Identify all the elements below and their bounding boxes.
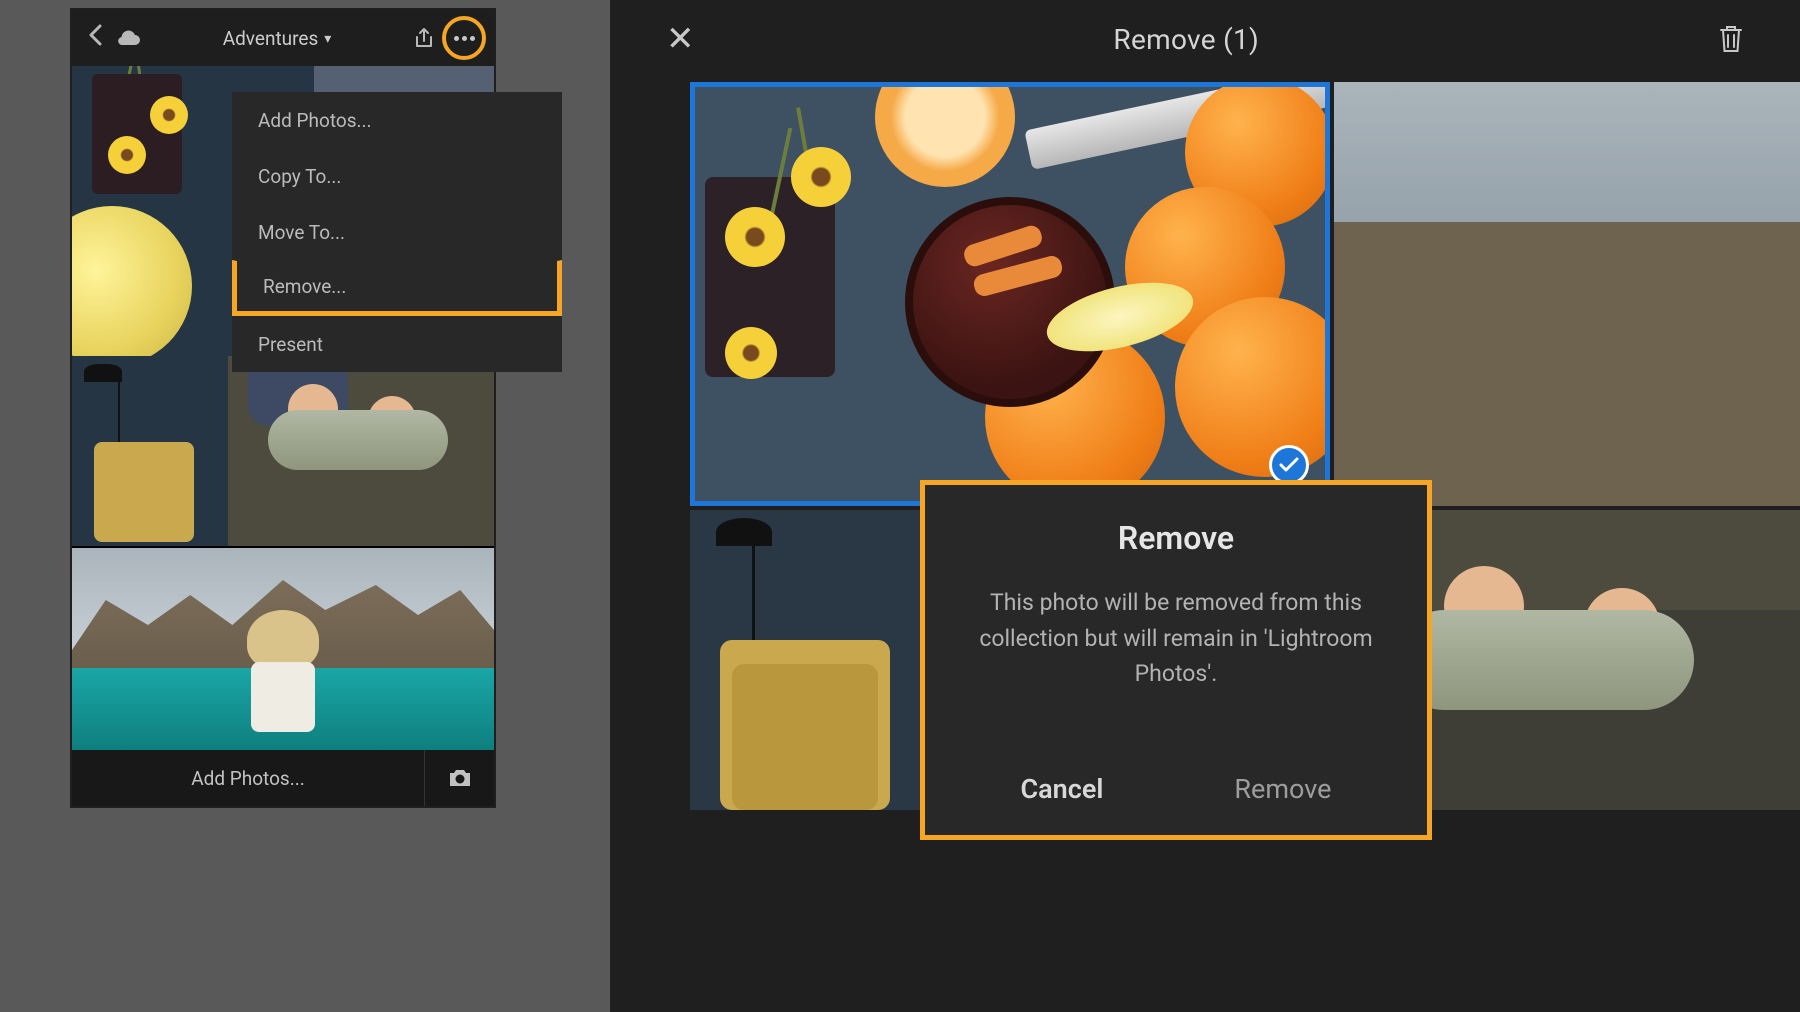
photo-thumbnail[interactable] [1334,82,1800,506]
collection-title-label: Adventures [223,27,319,50]
remove-title: Remove (1) [655,23,1719,56]
confirm-remove-button[interactable]: Remove [1234,773,1331,805]
trash-icon[interactable] [1718,24,1744,54]
remove-header: ✕ Remove (1) [610,0,1800,78]
dialog-title: Remove [1118,519,1234,557]
selected-photo[interactable] [690,82,1330,506]
selection-check-icon[interactable] [1269,445,1309,485]
add-photos-button[interactable]: Add Photos... [72,767,424,790]
menu-item-move-to[interactable]: Move To... [232,204,562,260]
menu-item-remove[interactable]: Remove... [232,260,562,316]
menu-item-present[interactable]: Present [232,316,562,372]
footer-bar: Add Photos... [72,750,494,806]
photo-thumbnail[interactable] [228,356,494,546]
collection-header: Adventures ▾ [72,10,494,66]
cancel-button[interactable]: Cancel [1021,773,1104,805]
overflow-menu: Add Photos... Copy To... Move To... Remo… [232,92,562,372]
photo-thumbnail[interactable] [72,356,228,546]
remove-grid: Remove This photo will be removed from t… [690,82,1720,1012]
photo-thumbnail[interactable] [72,548,494,754]
menu-item-add-photos[interactable]: Add Photos... [232,92,562,148]
dialog-body: This photo will be removed from this col… [955,585,1397,692]
menu-item-copy-to[interactable]: Copy To... [232,148,562,204]
tutorial-highlight-ring [442,16,486,60]
remove-confirm-dialog: Remove This photo will be removed from t… [920,480,1432,840]
right-panel-remove: ✕ Remove (1) [610,0,1800,1012]
camera-button[interactable] [424,750,494,806]
cloud-sync-icon[interactable] [110,29,148,47]
share-icon[interactable] [406,27,442,49]
back-icon[interactable] [80,23,110,53]
chevron-down-icon: ▾ [324,31,331,47]
more-menu-button[interactable] [442,16,486,60]
collection-title[interactable]: Adventures ▾ [148,27,406,50]
left-panel-phone: Adventures ▾ [70,8,496,808]
